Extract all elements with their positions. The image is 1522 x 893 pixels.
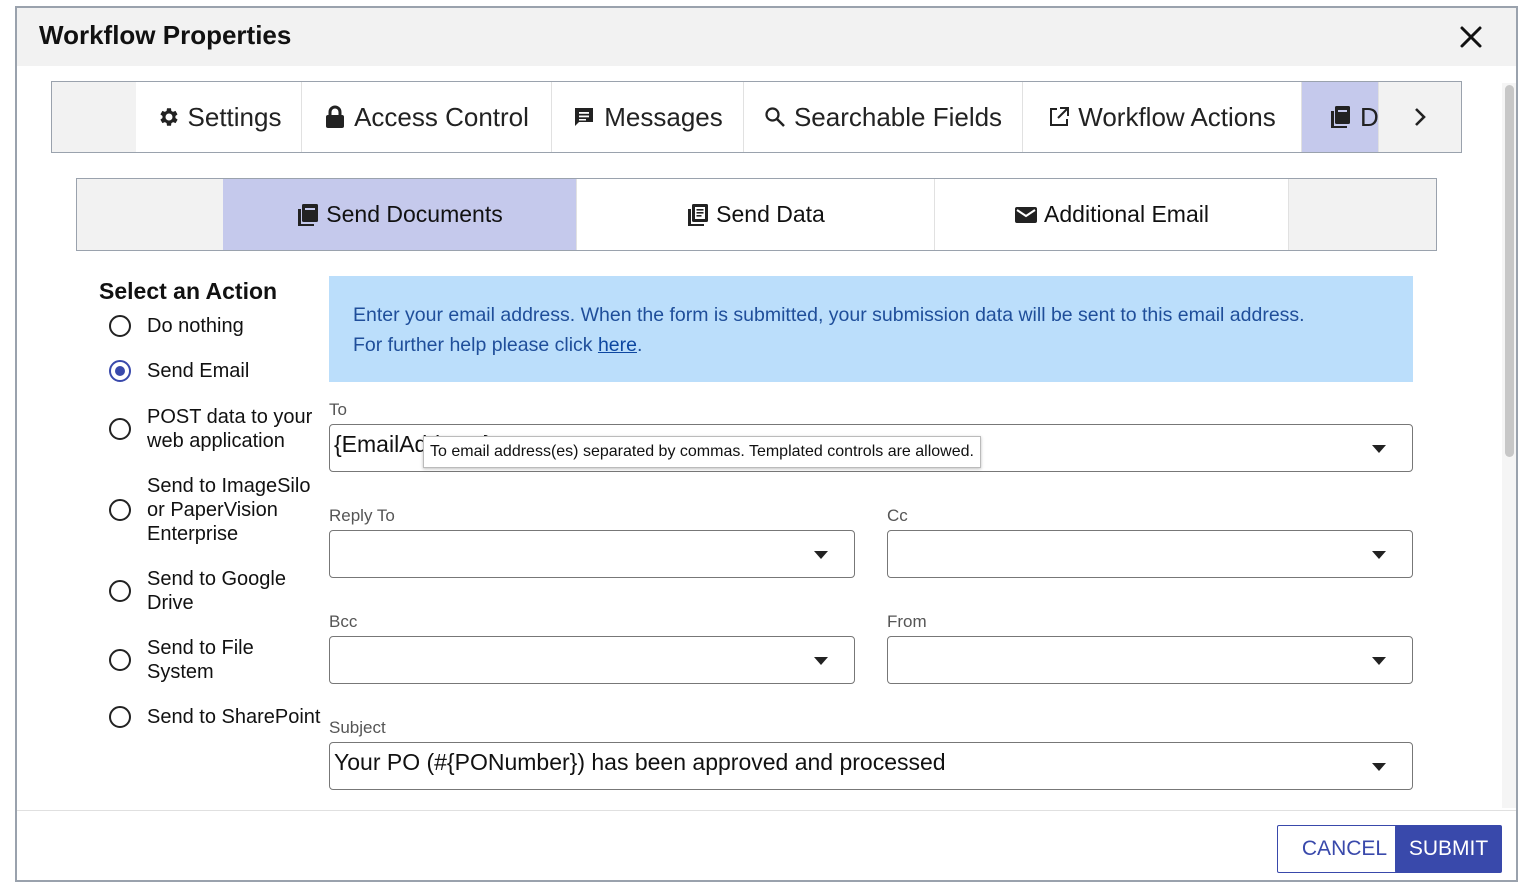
reply-to-label: Reply To <box>329 506 395 525</box>
tab-searchable-fields[interactable]: Searchable Fields <box>744 82 1023 152</box>
radio-button[interactable] <box>109 499 131 521</box>
tab-label: Workflow Actions <box>1078 101 1276 132</box>
radio-button[interactable] <box>109 580 131 602</box>
tab-label: D <box>1360 101 1379 132</box>
chevron-right-icon <box>1415 108 1426 126</box>
tab-messages[interactable]: Messages <box>552 82 744 152</box>
info-text-line1: Enter your email address. When the form … <box>353 304 1305 326</box>
radio-send-sharepoint[interactable]: Send to SharePoint <box>109 705 322 729</box>
tab-label: Searchable Fields <box>793 101 1003 132</box>
radio-send-imagesilo[interactable]: Send to ImageSilo or PaperVision Enterpr… <box>109 474 322 546</box>
radio-send-file-system[interactable]: Send to File System <box>109 636 322 684</box>
to-field-tooltip: To email address(es) separated by commas… <box>423 436 981 468</box>
radio-send-email[interactable]: Send Email <box>109 359 322 383</box>
search-icon <box>765 107 785 127</box>
radio-label: Send to File System <box>147 637 254 683</box>
submit-button[interactable]: SUBMIT <box>1395 825 1502 873</box>
from-label: From <box>887 612 927 631</box>
tab-settings[interactable]: Settings <box>136 82 302 152</box>
dialog-title: Workflow Properties <box>39 20 292 50</box>
select-action-heading: Select an Action <box>99 278 278 304</box>
tab-documents[interactable]: D <box>1302 82 1379 152</box>
radio-button[interactable] <box>109 315 131 337</box>
bcc-label: Bcc <box>329 612 358 631</box>
radio-label: Do nothing <box>147 315 244 337</box>
tab-label: Send Documents <box>326 201 503 227</box>
dialog-titlebar: Workflow Properties <box>17 8 1516 66</box>
scrollbar-thumb[interactable] <box>1505 85 1514 457</box>
tab-additional-email[interactable]: Additional Email <box>935 179 1289 250</box>
dialog-footer: CANCEL SUBMIT <box>17 810 1516 880</box>
gear-icon <box>159 108 178 126</box>
bcc-field[interactable] <box>329 636 855 684</box>
info-text-suffix: . <box>636 334 643 356</box>
dropdown-caret-icon[interactable] <box>1372 763 1386 771</box>
workflow-properties-dialog: Workflow Properties Settings Access Cont… <box>15 6 1518 882</box>
tabs-scroll-next-button[interactable] <box>1379 82 1461 152</box>
radio-send-google-drive[interactable]: Send to Google Drive <box>109 567 322 615</box>
tab-send-data[interactable]: Send Data <box>577 179 935 250</box>
info-text-line2: For further help please click here. <box>353 330 1389 360</box>
help-link[interactable]: here <box>598 334 637 356</box>
tab-label: Additional Email <box>1044 201 1209 227</box>
tab-label: Messages <box>604 101 723 132</box>
radio-button[interactable] <box>109 649 131 671</box>
content-scrollbar[interactable] <box>1502 83 1516 808</box>
document-icon <box>298 203 319 226</box>
cancel-button[interactable]: CANCEL <box>1277 825 1412 873</box>
action-tab-bar: Send Documents Send Data Additional Emai… <box>76 178 1437 251</box>
subject-field[interactable]: Your PO (#{PONumber}) has been approved … <box>329 742 1413 790</box>
tab-send-documents[interactable]: Send Documents <box>223 179 577 250</box>
primary-tab-bar: Settings Access Control Messages Searcha… <box>51 81 1462 153</box>
dropdown-caret-icon[interactable] <box>1372 551 1386 559</box>
info-text-prefix: For further help please click <box>353 334 598 356</box>
subject-value: Your PO (#{PONumber}) has been approved … <box>334 749 946 775</box>
radio-button[interactable] <box>109 706 131 728</box>
dropdown-caret-icon[interactable] <box>814 551 828 559</box>
envelope-icon <box>1015 206 1038 223</box>
from-field[interactable] <box>887 636 1413 684</box>
dropdown-caret-icon[interactable] <box>1372 445 1386 453</box>
radio-button[interactable] <box>109 418 131 440</box>
reply-to-field[interactable] <box>329 530 855 578</box>
message-icon <box>575 108 594 126</box>
lock-icon <box>326 105 345 128</box>
radio-button-selected[interactable] <box>109 360 131 382</box>
radio-label: Send to SharePoint <box>147 706 321 728</box>
tab-access-control[interactable]: Access Control <box>302 82 552 152</box>
cc-label: Cc <box>887 506 908 525</box>
document-icon <box>1331 106 1350 128</box>
tab-workflow-actions[interactable]: Workflow Actions <box>1023 82 1302 152</box>
radio-label: Send to Google Drive <box>147 568 286 614</box>
radio-do-nothing[interactable]: Do nothing <box>109 314 322 338</box>
to-label: To <box>329 400 347 419</box>
open-in-new-icon <box>1050 107 1070 126</box>
info-banner: Enter your email address. When the form … <box>329 276 1413 382</box>
dropdown-caret-icon[interactable] <box>814 657 828 665</box>
data-icon <box>688 203 709 226</box>
dropdown-caret-icon[interactable] <box>1372 657 1386 665</box>
radio-post-data[interactable]: POST data to your web application <box>109 405 322 453</box>
radio-label: Send to ImageSilo or PaperVision Enterpr… <box>147 475 311 545</box>
subject-label: Subject <box>329 718 386 737</box>
radio-label: Send Email <box>147 360 250 382</box>
radio-label: POST data to your web application <box>147 406 313 452</box>
cc-field[interactable] <box>887 530 1413 578</box>
tab-label: Access Control <box>354 101 529 132</box>
tab-label: Settings <box>187 101 282 132</box>
close-icon[interactable] <box>1456 22 1486 52</box>
tab-label: Send Data <box>716 201 825 227</box>
